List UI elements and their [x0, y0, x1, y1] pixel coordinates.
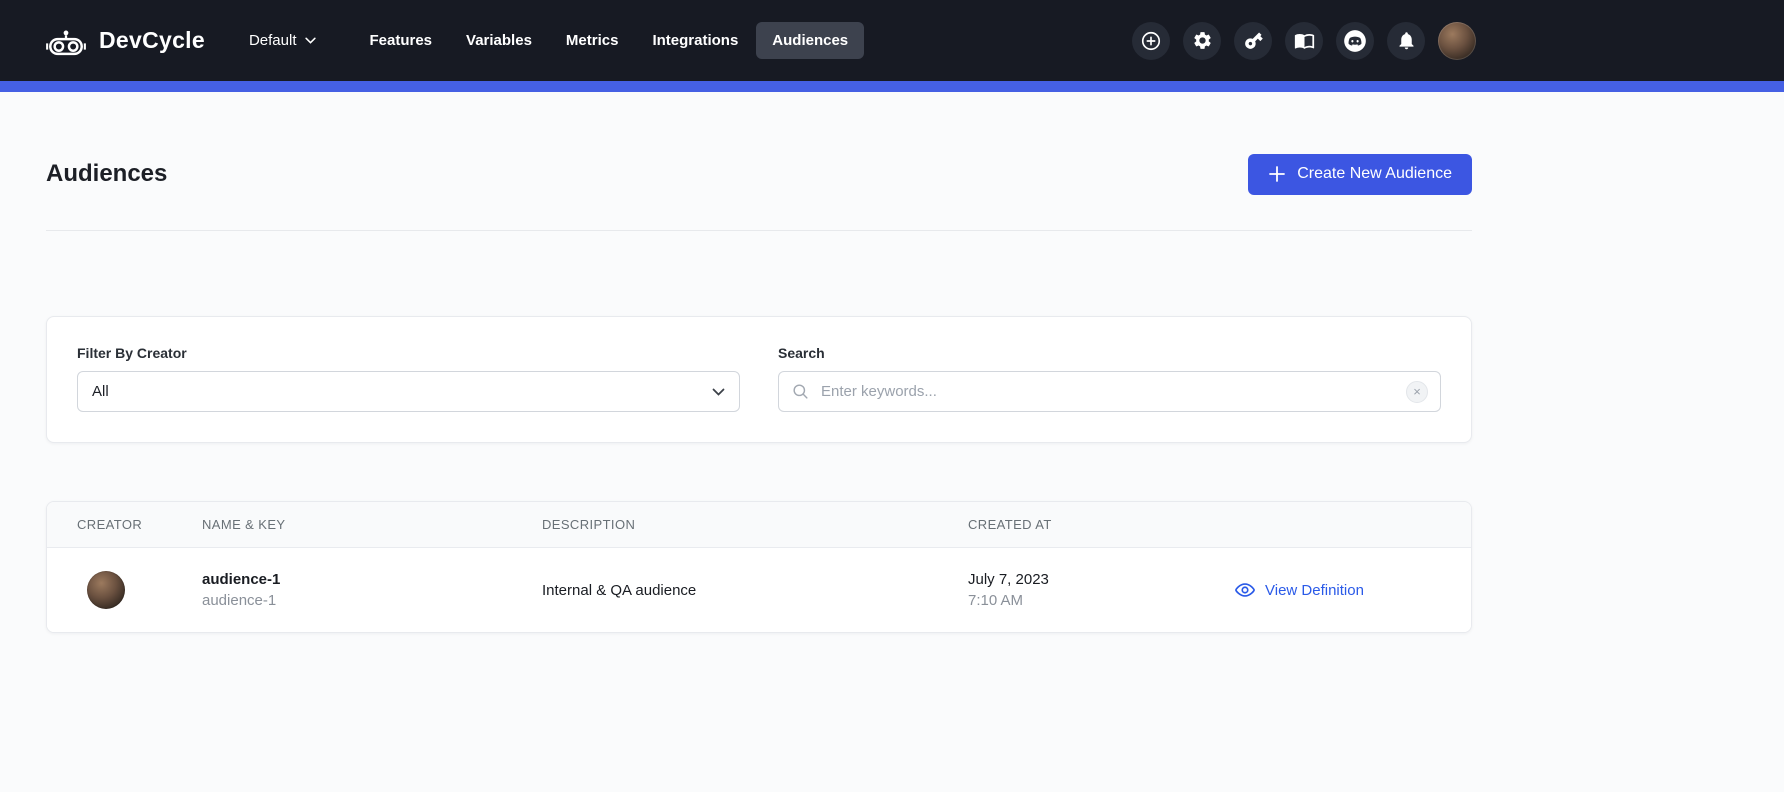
eye-icon	[1234, 579, 1256, 601]
project-selector[interactable]: Default	[249, 32, 316, 49]
name-key-cell: audience-1 audience-1	[202, 571, 542, 609]
search-input[interactable]	[819, 382, 1397, 401]
nav-item-metrics[interactable]: Metrics	[550, 22, 635, 59]
main-content: Audiences Create New Audience Filter By …	[0, 144, 1518, 633]
create-new-audience-label: Create New Audience	[1297, 165, 1452, 183]
created-at-cell: July 7, 2023 7:10 AM	[968, 571, 1206, 609]
view-definition-link[interactable]: View Definition	[1234, 579, 1441, 601]
clear-search-button[interactable]: ×	[1406, 381, 1428, 403]
chevron-down-icon	[305, 37, 316, 44]
column-header-name-key: NAME & KEY	[202, 517, 542, 532]
nav-item-features[interactable]: Features	[354, 22, 449, 59]
gear-icon	[1192, 30, 1213, 51]
actions-cell: View Definition	[1206, 579, 1441, 601]
column-header-creator: CREATOR	[77, 517, 202, 532]
book-icon	[1294, 30, 1315, 51]
devcycle-robot-icon	[46, 24, 86, 58]
navbar-icon-group	[1132, 22, 1476, 60]
search-icon	[791, 382, 810, 401]
table-row: audience-1 audience-1 Internal & QA audi…	[47, 548, 1471, 632]
settings-button[interactable]	[1183, 22, 1221, 60]
brand-name: DevCycle	[99, 27, 205, 54]
table-header-row: CREATOR NAME & KEY DESCRIPTION CREATED A…	[47, 502, 1471, 548]
audience-key: audience-1	[202, 592, 542, 609]
nav-item-variables[interactable]: Variables	[450, 22, 548, 59]
discord-icon	[1342, 28, 1368, 54]
column-header-description: DESCRIPTION	[542, 517, 968, 532]
add-circle-icon	[1140, 30, 1162, 52]
bell-icon	[1396, 30, 1417, 51]
description-cell: Internal & QA audience	[542, 582, 968, 599]
add-circle-button[interactable]	[1132, 22, 1170, 60]
chevron-down-icon	[712, 388, 725, 396]
search-box: ×	[778, 371, 1441, 412]
created-date: July 7, 2023	[968, 571, 1206, 588]
docs-button[interactable]	[1285, 22, 1323, 60]
creator-filter-value: All	[92, 383, 109, 400]
search-label: Search	[778, 345, 1441, 361]
nav-item-audiences[interactable]: Audiences	[756, 22, 864, 59]
discord-button[interactable]	[1336, 22, 1374, 60]
created-time: 7:10 AM	[968, 592, 1206, 609]
close-icon: ×	[1413, 385, 1421, 398]
creator-filter-field: Filter By Creator All	[77, 345, 740, 412]
plus-icon	[1268, 165, 1286, 183]
audiences-table: CREATOR NAME & KEY DESCRIPTION CREATED A…	[46, 501, 1472, 633]
project-selector-label: Default	[249, 32, 297, 49]
primary-nav: Features Variables Metrics Integrations …	[354, 22, 865, 59]
search-field: Search ×	[778, 345, 1441, 412]
notifications-button[interactable]	[1387, 22, 1425, 60]
nav-item-integrations[interactable]: Integrations	[636, 22, 754, 59]
top-navbar: DevCycle Default Features Variables Metr…	[0, 0, 1784, 81]
column-header-created-at: CREATED AT	[968, 517, 1206, 532]
filter-card: Filter By Creator All Search ×	[46, 316, 1472, 443]
create-new-audience-button[interactable]: Create New Audience	[1248, 154, 1472, 195]
accent-bar	[0, 81, 1784, 92]
creator-filter-select[interactable]: All	[77, 371, 740, 412]
header-divider	[46, 230, 1472, 231]
page-title: Audiences	[46, 160, 167, 188]
view-definition-label: View Definition	[1265, 582, 1364, 599]
page-header: Audiences Create New Audience	[46, 144, 1472, 204]
creator-filter-label: Filter By Creator	[77, 345, 740, 361]
devcycle-logo[interactable]: DevCycle	[46, 24, 205, 58]
creator-cell	[77, 571, 202, 609]
user-avatar[interactable]	[1438, 22, 1476, 60]
creator-avatar	[87, 571, 125, 609]
audience-name: audience-1	[202, 571, 542, 588]
api-keys-button[interactable]	[1234, 22, 1272, 60]
key-icon	[1243, 30, 1264, 51]
